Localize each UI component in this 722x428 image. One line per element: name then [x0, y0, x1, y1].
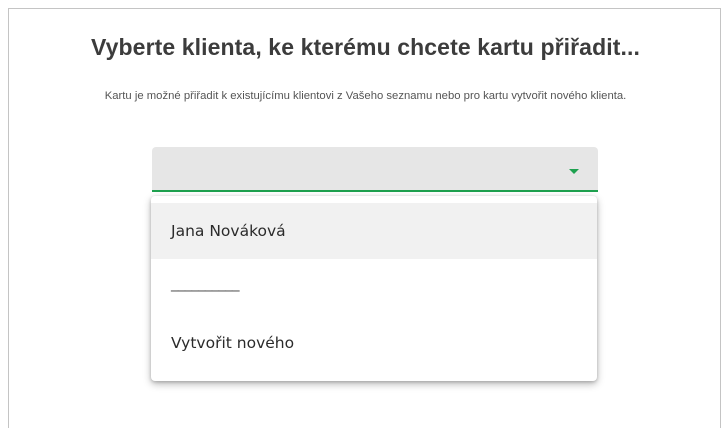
- menu-item-jana-novakova[interactable]: Jana Nováková: [151, 203, 597, 259]
- dialog-title: Vyberte klienta, ke kterému chcete kartu…: [91, 34, 640, 60]
- client-select[interactable]: [152, 147, 598, 192]
- menu-item-create-new[interactable]: Vytvořit nového: [151, 315, 597, 371]
- dialog-subtitle: Kartu je možné přiřadit k existujícímu k…: [104, 90, 627, 102]
- caret-down-icon[interactable]: [569, 169, 579, 174]
- menu-item-separator[interactable]: __________: [151, 259, 597, 315]
- client-dropdown-menu: Jana Nováková __________ Vytvořit nového: [151, 196, 597, 381]
